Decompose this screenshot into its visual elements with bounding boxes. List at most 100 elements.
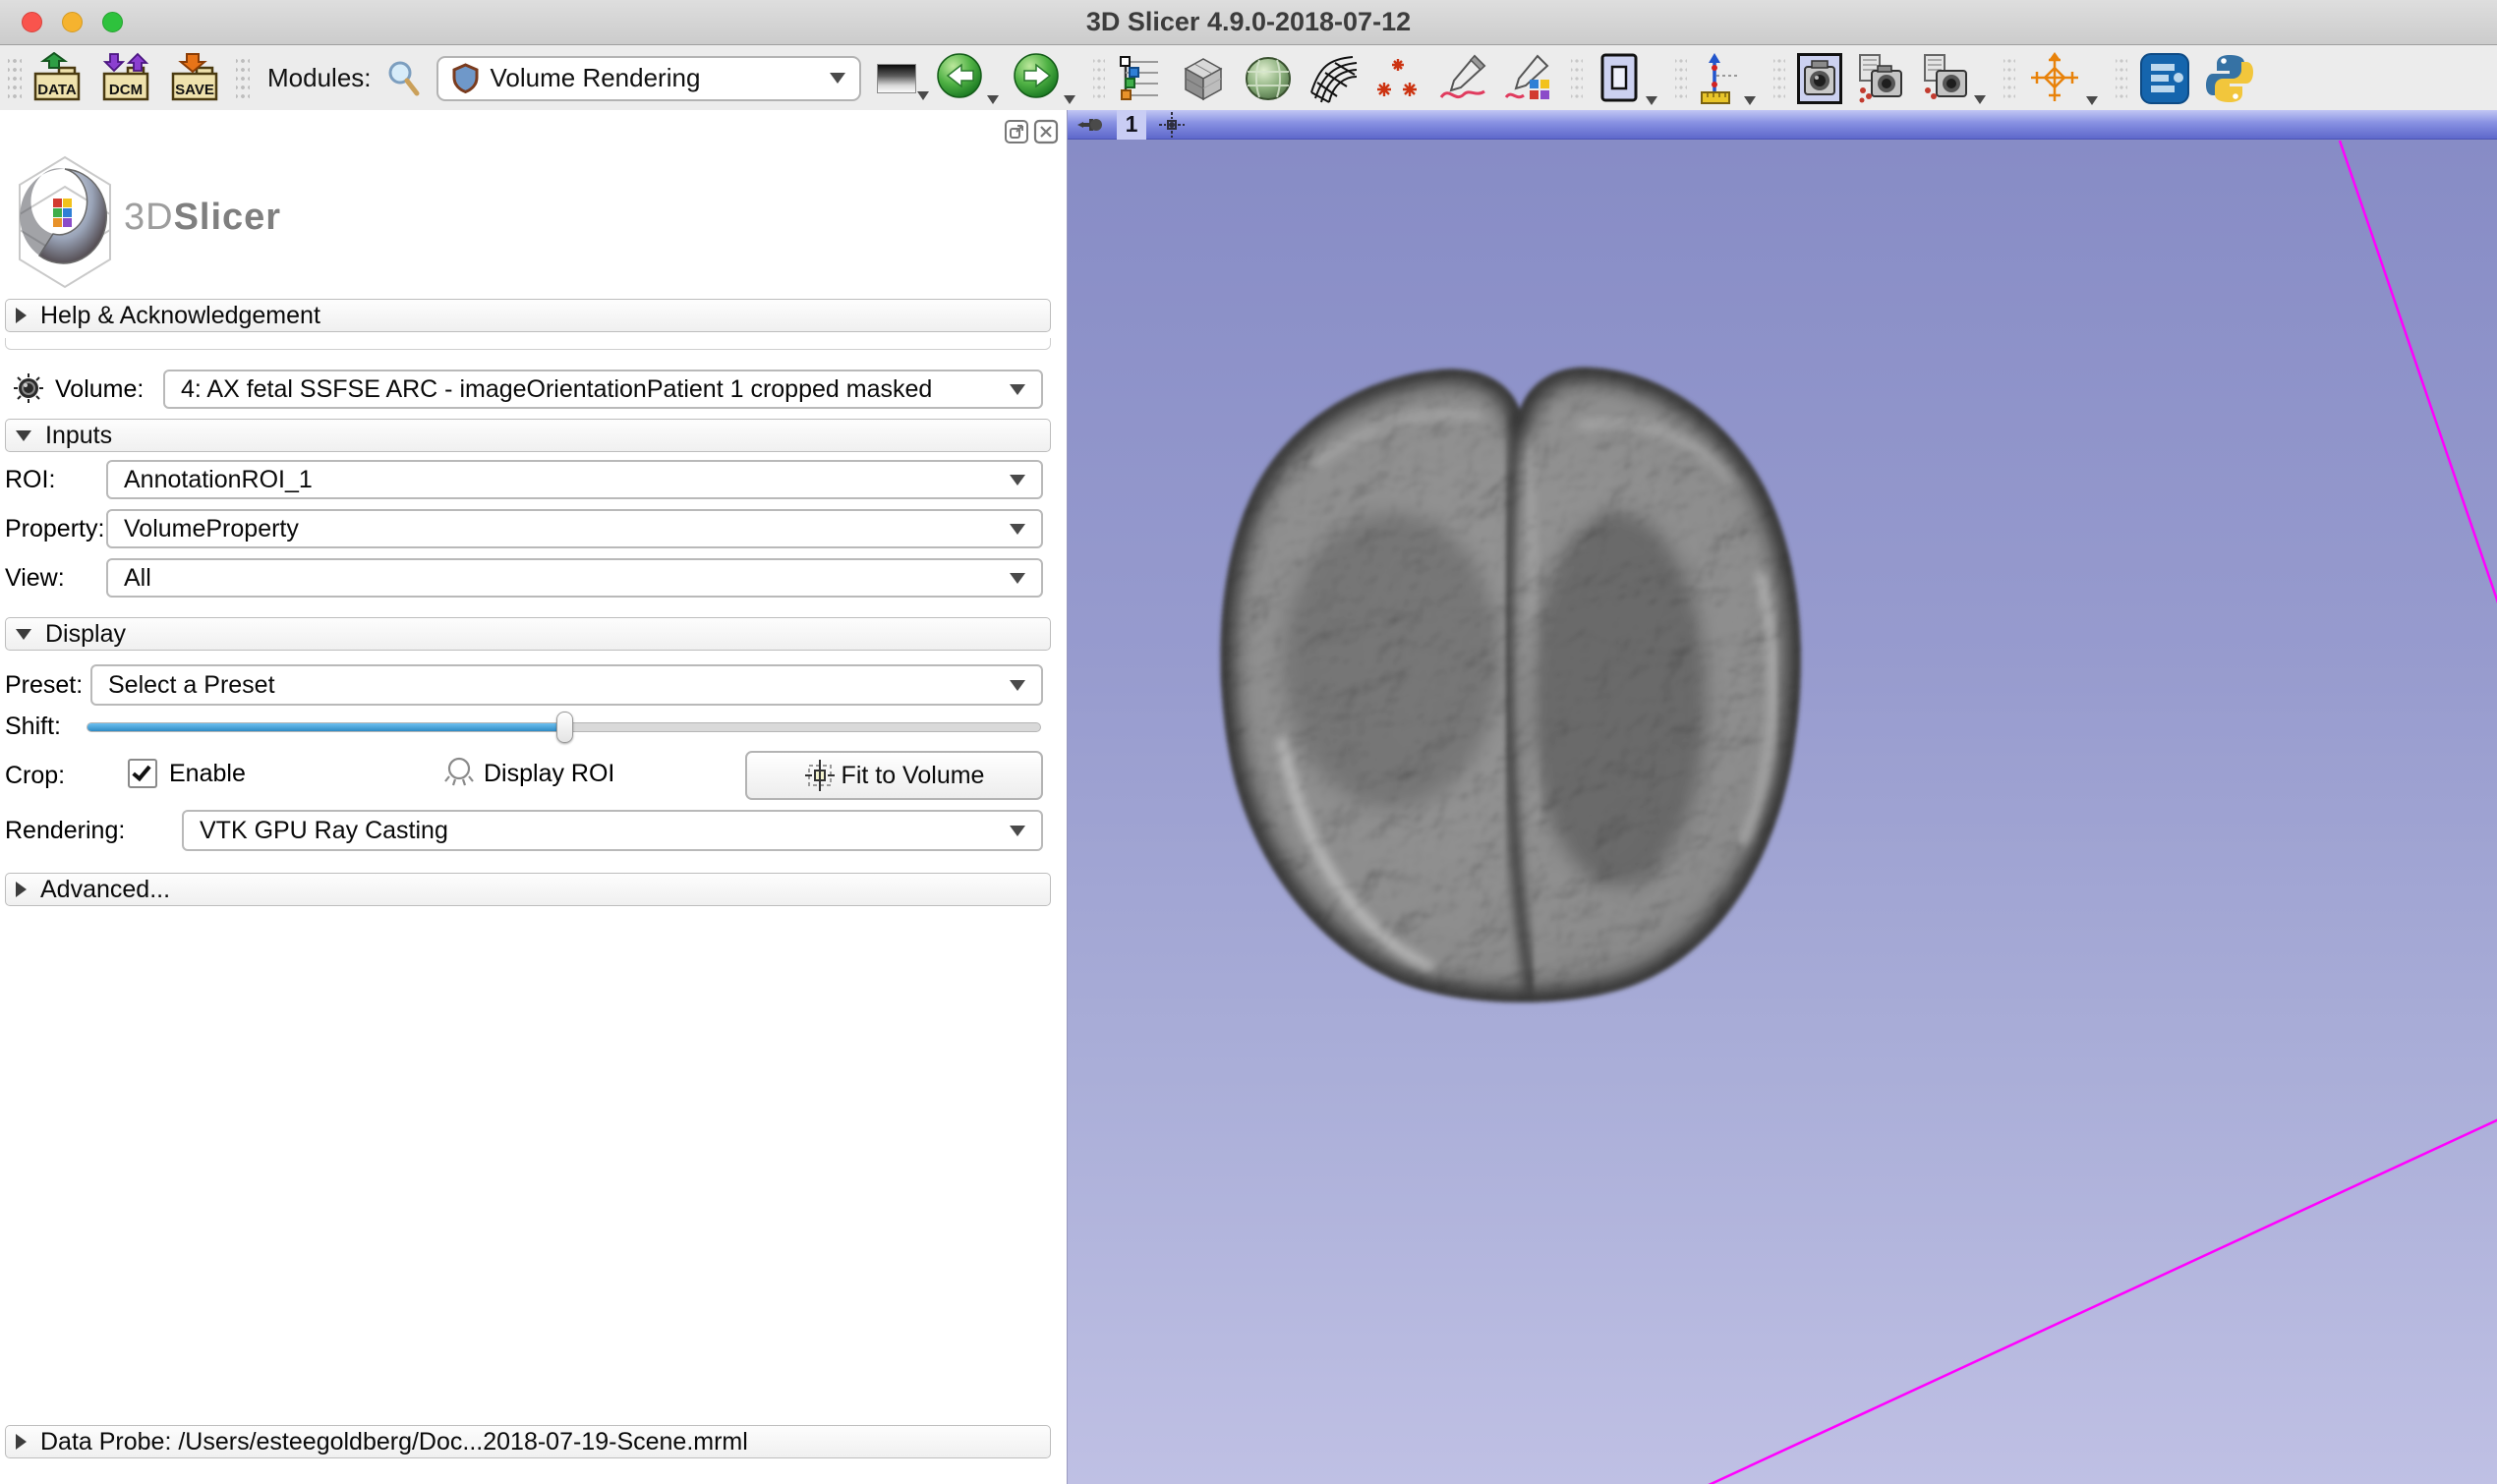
pin-icon[interactable]: [1075, 113, 1103, 137]
toolbar-separator: [1675, 57, 1687, 100]
display-section-header[interactable]: Display: [5, 617, 1051, 651]
crosshair-button[interactable]: [2027, 52, 2098, 105]
chevron-down-icon: [1010, 524, 1025, 535]
roi-selector[interactable]: AnnotationROI_1: [106, 460, 1043, 499]
chevron-down-icon: [987, 95, 999, 104]
volume-cube-button[interactable]: [1178, 53, 1229, 104]
view-label: View:: [5, 558, 65, 598]
scene-view-camera-icon: [1856, 53, 1907, 104]
window-title: 3D Slicer 4.9.0-2018-07-12: [0, 7, 2497, 37]
titlebar: 3D Slicer 4.9.0-2018-07-12: [0, 0, 2497, 45]
chevron-down-icon: [830, 73, 845, 84]
scene-view-button[interactable]: [1856, 53, 1907, 104]
chevron-down-icon: [1010, 680, 1025, 691]
save-button[interactable]: SAVE: [167, 52, 222, 105]
extensions-sphere-icon: [1243, 54, 1294, 103]
view-selector[interactable]: All: [106, 558, 1043, 598]
annotation-pencil-button[interactable]: [1437, 54, 1488, 103]
property-selector[interactable]: VolumeProperty: [106, 509, 1043, 548]
save-folder-icon: SAVE: [167, 52, 222, 105]
toolbar-drag-handle[interactable]: [8, 56, 22, 101]
scene-view-menu-button[interactable]: [1921, 53, 1986, 104]
minimize-window-button[interactable]: [62, 12, 83, 32]
preset-label: Preset:: [5, 664, 83, 706]
rendering-selector[interactable]: VTK GPU Ray Casting: [182, 810, 1043, 851]
fit-to-volume-button[interactable]: Fit to Volume: [745, 751, 1043, 800]
view-center-crosshair-icon[interactable]: [1158, 111, 1186, 139]
slicer-logo: [8, 155, 122, 289]
chevron-down-icon: [1974, 95, 1986, 104]
property-label: Property:: [5, 509, 104, 548]
markups-fiducials-button[interactable]: [1372, 55, 1423, 102]
markups-fiducials-icon: [1372, 55, 1423, 102]
mesh-grid-button[interactable]: [1307, 53, 1359, 104]
layout-selector-button[interactable]: [1595, 52, 1657, 105]
collapsed-arrow-icon: [16, 1434, 27, 1450]
roi-edge-line-top: [2340, 141, 2497, 611]
slicer-logo-text: 3DSlicer: [124, 197, 281, 239]
crop-enable-label: Enable: [169, 759, 246, 788]
dicom-button[interactable]: DCM: [98, 52, 153, 105]
threed-viewport[interactable]: 1: [1068, 110, 2497, 1484]
annotation-colors-button[interactable]: [1502, 54, 1553, 103]
svg-text:SAVE: SAVE: [175, 82, 214, 98]
scene-view-menu-camera-icon: [1921, 53, 1972, 104]
measurements-ruler-icon: [1699, 52, 1742, 105]
view-label-badge: 1: [1117, 110, 1146, 140]
undock-panel-button[interactable]: [1004, 119, 1029, 144]
crop-label: Crop:: [5, 751, 65, 800]
svg-text:DCM: DCM: [109, 82, 143, 98]
shift-label: Shift:: [5, 712, 61, 741]
module-search-button[interactable]: [385, 59, 423, 98]
chevron-down-icon: [2086, 96, 2098, 105]
load-data-button[interactable]: DATA: [29, 52, 85, 105]
annotation-colors-icon: [1502, 54, 1553, 103]
search-icon: [385, 59, 423, 98]
data-probe-header[interactable]: Data Probe: /Users/esteegoldberg/Doc...2…: [5, 1425, 1051, 1458]
checkmark-icon: [132, 762, 150, 781]
chevron-down-icon: [1744, 96, 1756, 105]
preset-selector[interactable]: Select a Preset: [90, 664, 1043, 706]
close-window-button[interactable]: [22, 12, 42, 32]
shift-slider-handle[interactable]: [556, 712, 573, 743]
history-back-button[interactable]: [936, 53, 999, 104]
chevron-down-icon: [1010, 573, 1025, 584]
close-panel-button[interactable]: [1033, 119, 1059, 144]
extensions-sphere-button[interactable]: [1243, 54, 1294, 103]
measurements-button[interactable]: [1699, 52, 1756, 105]
volume-visibility-icon[interactable]: [12, 371, 45, 410]
help-acknowledgement-header[interactable]: Help & Acknowledgement: [5, 299, 1051, 332]
display-roi-visibility-icon[interactable]: [442, 755, 476, 795]
module-hierarchy-button[interactable]: [1117, 54, 1164, 103]
zoom-window-button[interactable]: [102, 12, 123, 32]
shift-slider[interactable]: [87, 722, 1041, 732]
toolbar-drag-handle[interactable]: [236, 56, 250, 101]
svg-text:DATA: DATA: [37, 82, 77, 98]
volume-selector[interactable]: 4: AX fetal SSFSE ARC - imageOrientation…: [163, 370, 1043, 409]
mesh-grid-icon: [1307, 53, 1359, 104]
toolbar-separator: [2003, 57, 2015, 100]
screenshot-button[interactable]: [1797, 53, 1842, 104]
module-selector[interactable]: Volume Rendering: [436, 56, 861, 101]
chevron-down-icon: [917, 91, 929, 100]
history-forward-button[interactable]: [1013, 53, 1075, 104]
volume-rendering-module-icon: [452, 63, 479, 93]
annotation-pencil-icon: [1437, 54, 1488, 103]
layout-icon: [1595, 52, 1644, 105]
brain-volume: [1220, 368, 1800, 1002]
python-console-button[interactable]: [2204, 52, 2255, 105]
extension-manager-icon: [2139, 52, 2190, 105]
module-selector-value: Volume Rendering: [491, 63, 830, 93]
rendering-label: Rendering:: [5, 810, 125, 851]
expanded-arrow-icon: [16, 629, 31, 640]
undo-history-button[interactable]: [877, 64, 916, 93]
volume-rendering-scene: [1068, 110, 2497, 1484]
inputs-section-header[interactable]: Inputs: [5, 419, 1051, 452]
forward-arrow-icon: [1013, 53, 1062, 104]
extension-manager-button[interactable]: [2139, 52, 2190, 105]
advanced-section-header[interactable]: Advanced...: [5, 873, 1051, 906]
load-data-folder-icon: DATA: [29, 52, 85, 105]
collapsed-frame-edge: [5, 338, 1051, 350]
toolbar-separator: [2116, 57, 2127, 100]
crop-enable-checkbox[interactable]: [128, 759, 157, 788]
